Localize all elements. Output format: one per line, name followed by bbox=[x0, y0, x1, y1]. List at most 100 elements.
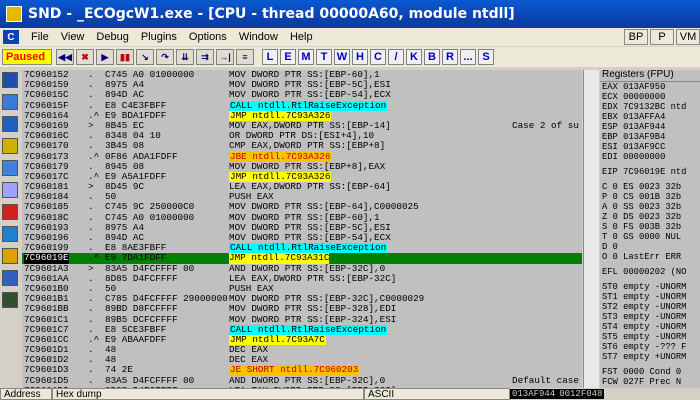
register-line[interactable]: ST6 empty -??? F bbox=[600, 342, 700, 352]
plugin-icon[interactable] bbox=[2, 204, 18, 220]
disassembly-pane[interactable]: 7C960152. C745 A0 01000000 MOV DWORD PTR S… bbox=[22, 70, 582, 388]
register-line[interactable]: EBX 013AFFA4 bbox=[600, 112, 700, 122]
disasm-dis: CMP EAX,DWORD PTR SS:[EBP+8] bbox=[229, 140, 386, 152]
disasm-addr: 7C960170 bbox=[24, 140, 69, 152]
windows-button[interactable]: W bbox=[334, 49, 350, 65]
window-title: SND - _ECOgcW1.exe - [CPU - thread 00000… bbox=[28, 6, 515, 22]
memory-button[interactable]: M bbox=[298, 49, 314, 65]
bp-button[interactable]: BP bbox=[624, 29, 648, 45]
debug-status: Paused bbox=[2, 49, 52, 65]
goto-icon[interactable]: ≡ bbox=[236, 49, 254, 65]
register-line[interactable]: EAX 013AF950 bbox=[600, 82, 700, 92]
disasm-hex: 89BD D8FCFFFF bbox=[105, 303, 178, 315]
menu-file[interactable]: File bbox=[25, 31, 55, 43]
plugin-icon[interactable] bbox=[2, 292, 18, 308]
ascii-column-header[interactable]: ASCII bbox=[364, 388, 510, 400]
register-line[interactable]: EBP 013AF9B4 bbox=[600, 132, 700, 142]
stack-address: 013AF944 bbox=[510, 389, 558, 399]
title-bar: SND - _ECOgcW1.exe - [CPU - thread 00000… bbox=[0, 0, 700, 28]
register-line[interactable]: EFL 00000202 (NO bbox=[600, 267, 700, 277]
rewind-icon[interactable]: ◀◀ bbox=[56, 49, 74, 65]
register-line[interactable]: ST3 empty -UNORM bbox=[600, 312, 700, 322]
register-line[interactable]: ST0 empty -UNORM bbox=[600, 282, 700, 292]
plugin-icon[interactable] bbox=[2, 160, 18, 176]
trace-over-icon[interactable]: ⇉ bbox=[196, 49, 214, 65]
runtrace-button[interactable]: ... bbox=[460, 49, 476, 65]
plugin-icon[interactable] bbox=[2, 138, 18, 154]
plugin-icon[interactable] bbox=[2, 94, 18, 110]
register-line[interactable]: O 0 LastErr ERR bbox=[600, 252, 700, 262]
register-line[interactable]: Z 0 DS 0023 32b bbox=[600, 212, 700, 222]
left-plugin-bar bbox=[0, 69, 20, 388]
toolbar: Paused ◀◀ ✖ ▶ ▮▮ ↘ ↷ ⇊ ⇉ →| ≡ L E M T W … bbox=[0, 47, 700, 67]
menu-view[interactable]: View bbox=[55, 31, 91, 43]
stack-value: 0012F048 bbox=[557, 389, 605, 399]
dump-header: Address Hex dump ASCII 013AF944 0012F048 bbox=[0, 388, 700, 400]
register-line[interactable]: ST2 empty -UNORM bbox=[600, 302, 700, 312]
plugin-icon[interactable] bbox=[2, 72, 18, 88]
plugin-icon[interactable] bbox=[2, 248, 18, 264]
modules-button[interactable]: E bbox=[280, 49, 296, 65]
plugin-icon[interactable] bbox=[2, 226, 18, 242]
disasm-hex: 3B45 08 bbox=[105, 140, 145, 152]
menu-plugins[interactable]: Plugins bbox=[135, 31, 183, 43]
threads-button[interactable]: T bbox=[316, 49, 332, 65]
play-icon[interactable]: ▶ bbox=[96, 49, 114, 65]
breakpoints-button[interactable]: B bbox=[424, 49, 440, 65]
plugin-icon[interactable] bbox=[2, 116, 18, 132]
patches-button[interactable]: / bbox=[388, 49, 404, 65]
menu-help[interactable]: Help bbox=[284, 31, 319, 43]
log-button[interactable]: L bbox=[262, 49, 278, 65]
hexdump-column-header[interactable]: Hex dump bbox=[52, 388, 364, 400]
register-line[interactable]: EIP 7C96019E ntd bbox=[600, 167, 700, 177]
app-icon bbox=[6, 6, 22, 22]
disasm-com: Case 2 of su bbox=[512, 119, 579, 131]
close-icon[interactable]: ✖ bbox=[76, 49, 94, 65]
register-line[interactable]: FCW 027F Prec N bbox=[600, 377, 700, 387]
disasm-dis: MOV DWORD PTR SS:[EBP-328],EDI bbox=[229, 303, 397, 315]
register-line[interactable]: C 0 ES 0023 32b bbox=[600, 182, 700, 192]
vm-button[interactable]: VM bbox=[676, 29, 700, 45]
register-line[interactable]: EDI 00000000 bbox=[600, 152, 700, 162]
register-line[interactable]: ST5 empty -UNORM bbox=[600, 332, 700, 342]
cpu-button[interactable]: C bbox=[370, 49, 386, 65]
handles-button[interactable]: H bbox=[352, 49, 368, 65]
disasm-row[interactable]: 7C960170. 3B45 08 CMP EAX,DWORD PTR SS:[EB… bbox=[22, 141, 582, 151]
references-button[interactable]: R bbox=[442, 49, 458, 65]
register-line[interactable]: S 0 FS 003B 32b bbox=[600, 222, 700, 232]
register-line[interactable]: P 0 CS 001B 32b bbox=[600, 192, 700, 202]
disassembly-scrollbar[interactable] bbox=[583, 70, 599, 388]
register-line[interactable]: ST7 empty +UNORM bbox=[600, 352, 700, 362]
pause-icon[interactable]: ▮▮ bbox=[116, 49, 134, 65]
register-line[interactable]: ST4 empty -UNORM bbox=[600, 322, 700, 332]
cpu-window-icon[interactable]: C bbox=[3, 30, 19, 44]
register-line[interactable]: ESI 013AF9CC bbox=[600, 142, 700, 152]
p-button[interactable]: P bbox=[650, 29, 674, 45]
step-over-icon[interactable]: ↷ bbox=[156, 49, 174, 65]
registers-pane[interactable]: Registers (FPU) EAX 013AF950 ECX 00000000… bbox=[600, 70, 700, 388]
register-line[interactable]: EDX 7C9132BC ntd bbox=[600, 102, 700, 112]
exec-till-return-icon[interactable]: →| bbox=[216, 49, 234, 65]
disasm-m: . bbox=[88, 303, 94, 315]
menu-window[interactable]: Window bbox=[233, 31, 284, 43]
menu-options[interactable]: Options bbox=[183, 31, 233, 43]
register-line[interactable]: ECX 00000000 bbox=[600, 92, 700, 102]
register-line[interactable]: D 0 bbox=[600, 242, 700, 252]
menu-bar: C File View Debug Plugins Options Window… bbox=[0, 28, 700, 46]
disasm-row[interactable]: 7C9601BB. 89BD D8FCFFFF MOV DWORD PTR SS:[… bbox=[22, 304, 582, 314]
trace-into-icon[interactable]: ⇊ bbox=[176, 49, 194, 65]
register-line[interactable]: A 0 SS 0023 32b bbox=[600, 202, 700, 212]
disasm-com: Default case bbox=[512, 374, 579, 386]
register-line[interactable]: T 0 GS 0000 NUL bbox=[600, 232, 700, 242]
register-line[interactable]: ST1 empty -UNORM bbox=[600, 292, 700, 302]
step-into-icon[interactable]: ↘ bbox=[136, 49, 154, 65]
plugin-icon[interactable] bbox=[2, 270, 18, 286]
callstack-button[interactable]: K bbox=[406, 49, 422, 65]
register-line[interactable]: ESP 013AF944 bbox=[600, 122, 700, 132]
register-line[interactable]: FST 0000 Cond 0 bbox=[600, 367, 700, 377]
registers-header: Registers (FPU) bbox=[600, 70, 700, 82]
menu-debug[interactable]: Debug bbox=[90, 31, 134, 43]
plugin-icon[interactable] bbox=[2, 182, 18, 198]
address-column-header[interactable]: Address bbox=[0, 388, 52, 400]
source-button[interactable]: S bbox=[478, 49, 494, 65]
